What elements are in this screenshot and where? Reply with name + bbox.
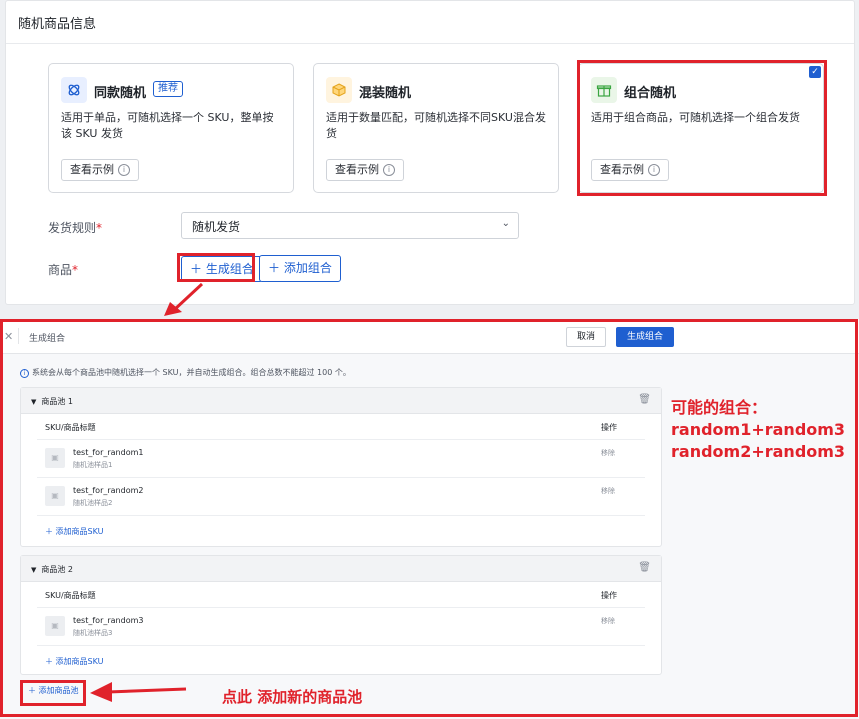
combinations-note: 可能的组合： random1+random3 random2+random3	[671, 397, 845, 463]
note-line: random1+random3	[671, 420, 846, 439]
annotation-arrow-down	[164, 282, 204, 316]
view-example-label: 查看示例	[335, 163, 379, 176]
highlight-combo-card	[577, 60, 827, 196]
panel-title: 随机商品信息	[6, 1, 854, 44]
view-example-label: 查看示例	[70, 163, 114, 176]
same-random-icon	[61, 77, 87, 103]
card-desc: 适用于单品，可随机选择一个 SKU，整单按该 SKU 发货	[61, 111, 274, 140]
box-icon	[326, 77, 352, 103]
highlight-generate-button	[177, 253, 255, 282]
view-example-button[interactable]: 查看示例 i	[61, 159, 139, 181]
chevron-down-icon: ⌄	[501, 218, 510, 229]
card-title: 混装随机	[359, 86, 412, 101]
highlight-drawer	[0, 319, 858, 717]
ship-rule-value: 随机发货	[192, 220, 241, 234]
add-pool-callout: 点此 添加新的商品池	[222, 688, 363, 706]
info-icon: i	[118, 164, 130, 176]
info-icon: i	[383, 164, 395, 176]
ship-rule-label: 发货规则*	[48, 221, 103, 235]
note-line: 可能的组合：	[671, 398, 768, 417]
note-line: random2+random3	[671, 442, 846, 461]
ship-rule-select[interactable]: 随机发货 ⌄	[181, 212, 519, 239]
card-mixed-random[interactable]: 混装随机 适用于数量匹配，可随机选择不同SKU混合发货 查看示例 i	[313, 63, 559, 193]
card-desc: 适用于数量匹配，可随机选择不同SKU混合发货	[326, 111, 546, 140]
ship-rule-text: 发货规则	[48, 221, 97, 235]
recommend-badge: 推荐	[153, 81, 183, 97]
view-example-button[interactable]: 查看示例 i	[326, 159, 404, 181]
random-goods-panel: 随机商品信息 同款随机 推荐 适用于单品，可随机选择一个 SKU，整单按该 SK…	[5, 0, 855, 305]
add-combo-button[interactable]: ＋ 添加组合	[259, 255, 341, 282]
highlight-add-pool	[20, 680, 86, 706]
add-combo-label: 添加组合	[283, 261, 332, 275]
goods-text: 商品	[48, 263, 73, 277]
card-same-random[interactable]: 同款随机 推荐 适用于单品，可随机选择一个 SKU，整单按该 SKU 发货 查看…	[48, 63, 294, 193]
annotation-arrow-left	[90, 682, 187, 702]
card-title: 同款随机	[94, 86, 147, 101]
goods-label: 商品*	[48, 263, 79, 277]
